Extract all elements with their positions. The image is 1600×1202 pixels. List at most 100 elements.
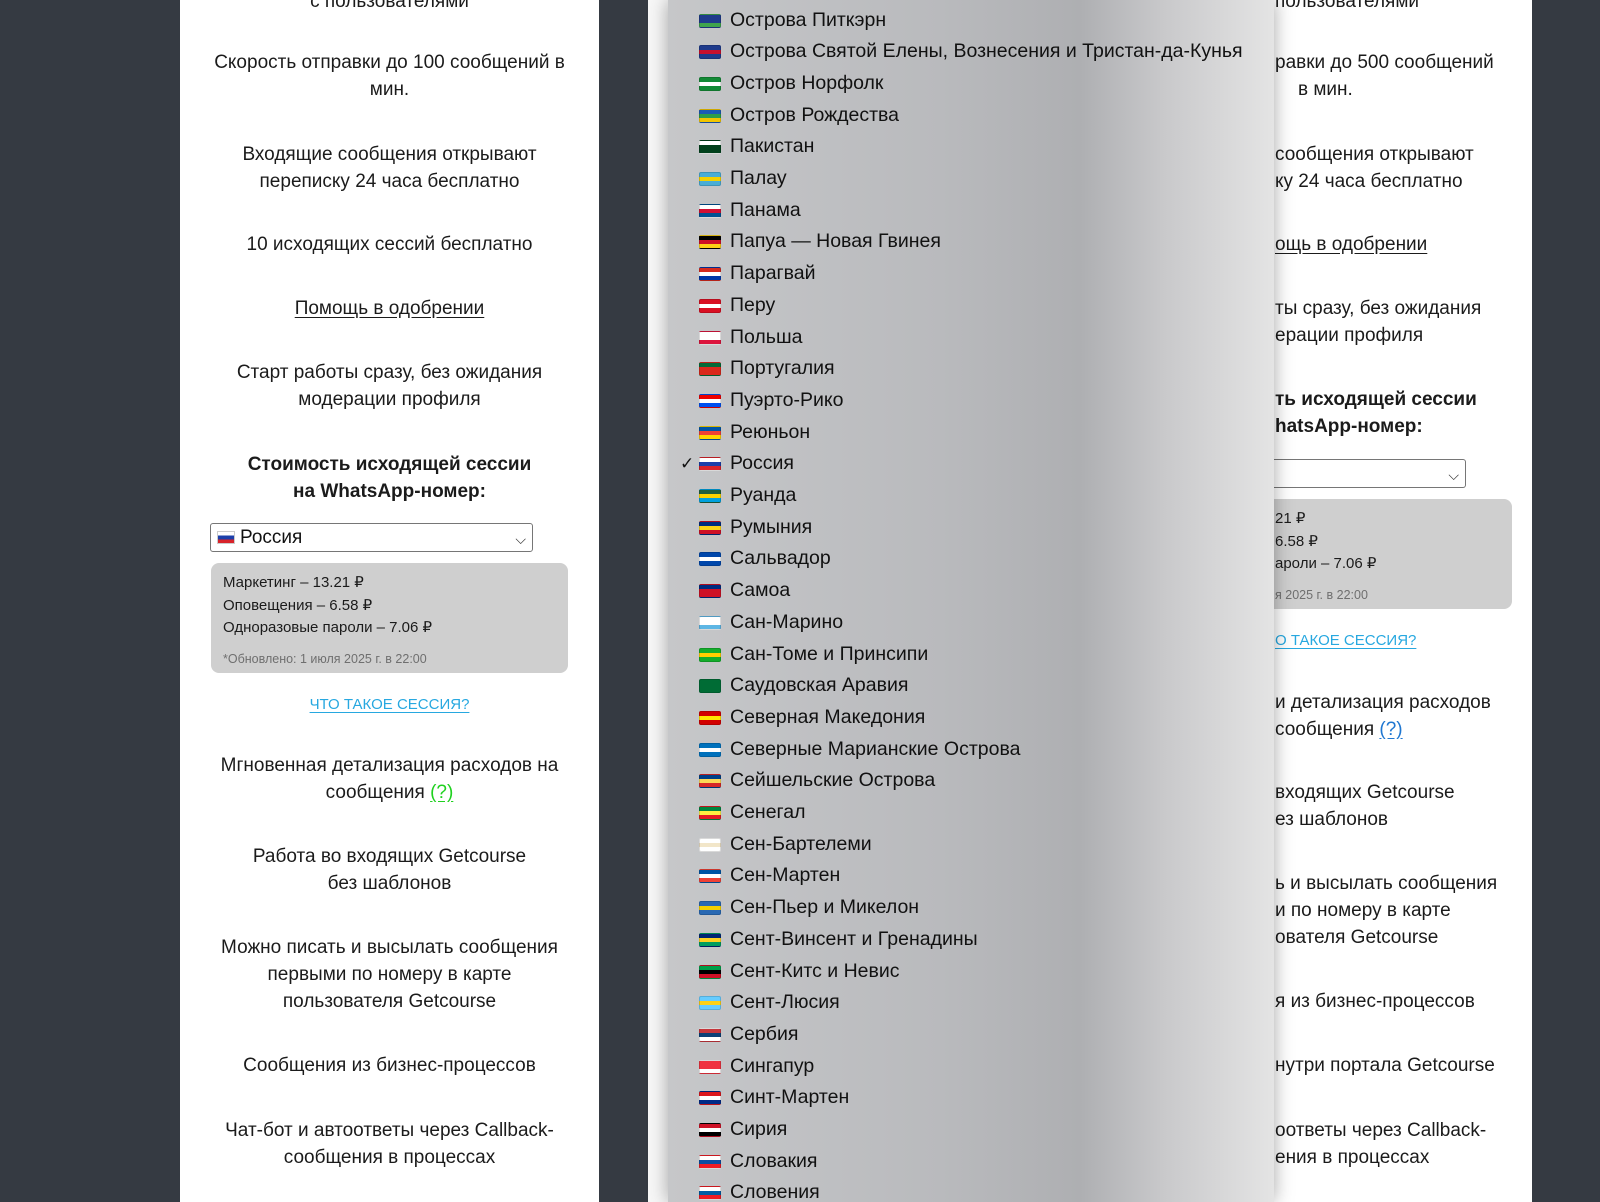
help-approval-link[interactable]: Помощь в одобрении [295, 298, 485, 319]
country-option[interactable]: Синт-Мартен [668, 1082, 1274, 1113]
flag-icon [699, 489, 721, 503]
country-option[interactable]: Реюньон [668, 417, 1274, 448]
country-option[interactable]: Сирия [668, 1114, 1274, 1145]
country-option[interactable]: Пуэрто-Рико [668, 385, 1274, 416]
country-select[interactable]: Россия ⌵ [210, 523, 533, 552]
r-speed-1: равки до 500 сообщений [1275, 52, 1494, 73]
country-option[interactable]: Сен-Мартен [668, 860, 1274, 891]
country-option[interactable]: Сент-Люсия [668, 987, 1274, 1018]
feature-business-processes: Сообщения из бизнес-процессов [243, 1055, 536, 1076]
r-incoming-1: сообщения открывают [1275, 144, 1474, 165]
r-details-2-line: сообщения (?) [1275, 716, 1532, 743]
country-option[interactable]: Острова Святой Елены, Вознесения и Трист… [668, 36, 1274, 67]
country-option[interactable]: Сенегал [668, 797, 1274, 828]
country-option-label: Пакистан [730, 135, 815, 158]
feature-chatbot: Чат-бот и автоответы через Callback-сооб… [225, 1120, 554, 1168]
country-option[interactable]: Словения [668, 1177, 1274, 1202]
flag-icon [699, 742, 721, 757]
country-option[interactable]: Сейшельские Острова [668, 765, 1274, 796]
price-box: Маркетинг – 13.21 ₽ Оповещения – 6.58 ₽ … [211, 563, 568, 673]
r-write-3: ователя Getcourse [1275, 927, 1439, 948]
country-option[interactable]: Португалия [668, 353, 1274, 384]
country-option[interactable]: Сен-Пьер и Микелон [668, 892, 1274, 923]
r-details-2: сообщения [1275, 719, 1375, 740]
flag-icon [699, 964, 721, 979]
r-country-select[interactable]: ⌵ [1274, 459, 1466, 488]
flag-icon [699, 584, 721, 599]
country-option[interactable]: Пакистан [668, 131, 1274, 162]
r-details-help-link[interactable]: (?) [1379, 719, 1402, 740]
r-details-1: и детализация расходов [1275, 692, 1491, 713]
flag-icon [699, 901, 721, 916]
country-option[interactable]: Папуа — Новая Гвинея [668, 226, 1274, 257]
flag-icon [699, 203, 721, 218]
country-option[interactable]: Румыния [668, 512, 1274, 543]
details-help-link[interactable]: (?) [430, 782, 453, 803]
country-option[interactable]: Сент-Винсент и Гренадины [668, 924, 1274, 955]
r-help-approval-link[interactable]: ощь в одобрении [1275, 234, 1427, 255]
r-incoming-2: ку 24 часа бесплатно [1275, 171, 1463, 192]
country-option[interactable]: Остров Норфолк [668, 68, 1274, 99]
r-price-updated: я 2025 г. в 22:00 [1275, 587, 1368, 602]
country-option-label: Сент-Люсия [730, 991, 840, 1014]
country-option[interactable]: Сен-Бартелеми [668, 829, 1274, 860]
country-option[interactable]: Сингапур [668, 1051, 1274, 1082]
what-is-session-link[interactable]: ЧТО ТАКОЕ СЕССИЯ? [310, 696, 470, 713]
country-option[interactable]: Северные Марианские Острова [668, 734, 1274, 765]
country-option[interactable]: Перу [668, 290, 1274, 321]
flag-icon [699, 1123, 721, 1137]
country-option[interactable]: Сан-Марино [668, 607, 1274, 638]
r-write-2: и по номеру в карте [1275, 900, 1451, 921]
flag-icon [699, 710, 721, 725]
chevron-down-icon: ⌵ [515, 531, 526, 547]
r-business-processes: я из бизнес-процессов [1275, 991, 1475, 1012]
r-users-cut: пользователями [1275, 0, 1419, 12]
country-option[interactable]: Сальвадор [668, 543, 1274, 574]
country-option-label: Сан-Марино [730, 610, 844, 633]
country-option[interactable]: Словакия [668, 1146, 1274, 1177]
tariff-card-left: с пользователями Скорость отправки до 10… [180, 0, 599, 1202]
country-option[interactable]: Сан-Томе и Принсипи [668, 639, 1274, 670]
feature-speed: Скорость отправки до 100 сообщений в мин… [214, 52, 565, 100]
price-updated: *Обновлено: 1 июля 2025 г. в 22:00 [223, 651, 427, 666]
r-price-box: 21 ₽ 6.58 ₽ ароли – 7.06 ₽ я 2025 г. в 2… [1274, 499, 1512, 609]
flag-icon [699, 140, 721, 155]
country-option[interactable]: Самоа [668, 575, 1274, 606]
country-option-label: Польша [730, 325, 803, 348]
country-option-label: Пуэрто-Рико [730, 388, 844, 411]
country-option-label: Реюньон [730, 420, 811, 443]
country-option[interactable]: Северная Македония [668, 702, 1274, 733]
country-option-label: Руанда [730, 484, 797, 506]
price-notifications: Оповещения – 6.58 ₽ [223, 596, 373, 614]
country-option-label: Россия [730, 452, 794, 475]
r-what-is-session-link[interactable]: О ТАКОЕ СЕССИЯ? [1275, 632, 1416, 649]
country-option-label: Острова Святой Елены, Вознесения и Трист… [730, 40, 1243, 63]
country-option[interactable]: Польша [668, 322, 1274, 353]
r-start-1: ты сразу, без ожидания [1275, 298, 1482, 319]
country-option[interactable]: Парагвай [668, 258, 1274, 289]
country-option[interactable]: Сербия [668, 1019, 1274, 1050]
feature-details: Мгновенная детализация расходов на сообщ… [180, 752, 599, 806]
r-incoming-gc-1: входящих Getcourse [1275, 782, 1455, 803]
tariff-card-right-visible: пользователями равки до 500 сообщений в … [1274, 0, 1532, 1202]
country-option[interactable]: Палау [668, 163, 1274, 194]
flag-icon [699, 774, 721, 789]
country-dropdown-list[interactable]: Острова Питкэрн Острова Святой Елены, Воз… [668, 0, 1274, 1202]
country-option-label: Румыния [730, 515, 813, 538]
country-option[interactable]: Панама [668, 195, 1274, 226]
country-option[interactable]: Саудовская Аравия [668, 670, 1274, 701]
flag-icon [699, 1091, 721, 1106]
country-option[interactable]: Остров Рождества [668, 100, 1274, 131]
flag-icon [699, 647, 721, 662]
flag-icon [699, 996, 721, 1011]
country-option-label: Сенегал [730, 801, 806, 823]
country-option[interactable]: Сент-Китс и Невис [668, 956, 1274, 987]
feature-outgoing-free: 10 исходящих сессий бесплатно [246, 234, 533, 255]
country-option[interactable]: Руанда [668, 480, 1274, 511]
country-option-label: Северная Македония [730, 705, 926, 728]
country-option[interactable]: Острова Питкэрн [668, 5, 1274, 36]
country-option[interactable]: ✓ Россия [668, 448, 1274, 479]
country-option-label: Палау [730, 167, 787, 189]
feature-users-cut: с пользователями [310, 0, 469, 12]
country-option-label: Сан-Томе и Принсипи [730, 642, 929, 665]
